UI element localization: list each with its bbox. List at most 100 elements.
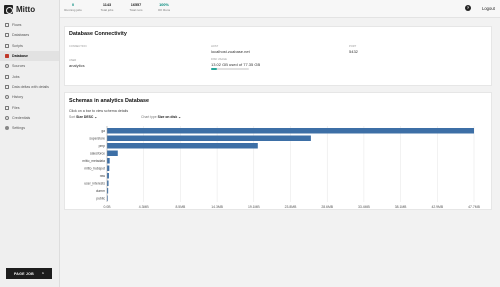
settings-icon (5, 126, 9, 131)
stat-value: 100% (159, 3, 169, 7)
user-label: USER (69, 59, 77, 62)
page-job-label: PAGE JOB (13, 271, 34, 276)
connection-label: CONNECTION (69, 45, 87, 48)
host-value: localhost.zuabase.net (211, 49, 250, 54)
sidebar-item-label: Flows (12, 23, 22, 28)
sidebar-item-history[interactable]: History (0, 92, 59, 102)
sidebar-item-label: History (12, 95, 24, 100)
disk-usage-bar (211, 68, 249, 71)
x-tick-label: 42.9MB (431, 205, 443, 209)
sort-control[interactable]: Sort Size DESC ⌄ (69, 115, 97, 119)
page-job-button[interactable]: PAGE JOB ^ (6, 268, 52, 279)
sidebar-item-settings[interactable]: Settings (0, 123, 59, 133)
stat-running-jobs[interactable]: 0 Running jobs (61, 3, 85, 12)
category-label: public (96, 196, 105, 200)
schemas-card: Schemas in analytics Database Click on a… (64, 92, 492, 210)
stat-label: Running jobs (64, 8, 82, 12)
bar[interactable] (107, 165, 110, 172)
connectivity-title: Database Connectivity (69, 31, 127, 37)
stat-total-jobs[interactable]: 1143 Total jobs (95, 3, 119, 12)
category-label: superstore (89, 136, 105, 140)
sidebar-item-database[interactable]: Database (0, 50, 59, 62)
category-label: salesforce (90, 151, 105, 155)
stat-label: Total runs (129, 8, 143, 12)
deltas-icon (5, 84, 9, 89)
bar[interactable] (107, 128, 474, 134)
sidebar-item-credentials[interactable]: Credentials (0, 113, 59, 123)
sidebar-item-jobs[interactable]: Jobs (0, 71, 59, 81)
x-tick-label: 0.0B (104, 205, 112, 209)
credentials-icon (5, 115, 9, 120)
category-label: pmp (99, 144, 106, 148)
sidebar-item-label: Database (12, 54, 28, 59)
sidebar-item-files[interactable]: Files (0, 102, 59, 112)
sidebar-item-label: Databases (12, 33, 30, 38)
sidebar-item-label: Sources (12, 64, 26, 69)
files-icon (5, 105, 9, 110)
category-label: dumm (96, 189, 105, 193)
port-value: 5432 (349, 49, 358, 54)
x-tick-label: 8.5MB (175, 205, 186, 209)
disk-usage-label: DISK USAGE (211, 58, 227, 61)
chevron-down-icon: ⌄ (178, 115, 182, 119)
bar[interactable] (107, 150, 118, 157)
sidebar-item-label: Settings (12, 126, 25, 131)
logout-link[interactable]: Logout (482, 6, 495, 11)
sort-select[interactable]: Size DESC (76, 115, 93, 119)
category-label: user_interests (84, 181, 105, 185)
sidebar-item-flows[interactable]: Flows (0, 20, 59, 30)
x-tick-label: 19.1MB (248, 205, 260, 209)
databases-icon (5, 33, 9, 38)
help-icon[interactable]: ? (465, 5, 471, 11)
x-tick-label: 38.1MB (395, 205, 407, 209)
caret-up-icon: ^ (41, 271, 45, 276)
x-tick-label: 23.8MB (285, 205, 297, 209)
x-tick-label: 14.3MB (211, 205, 223, 209)
stat-ok-runs[interactable]: 100% OK Runs (152, 3, 176, 12)
disk-usage-value: 13.02 GB used of 77.35 GB (211, 62, 261, 67)
schemas-title: Schemas in analytics Database (69, 98, 150, 104)
stat-label: OK Runs (157, 8, 171, 12)
category-label: mitto_metadata (82, 159, 105, 163)
bar[interactable] (107, 173, 109, 179)
stat-label: Total jobs (100, 8, 114, 12)
database-icon (5, 54, 9, 59)
sidebar-item-databases[interactable]: Databases (0, 30, 59, 40)
app-logo[interactable]: Mitto (0, 0, 59, 18)
jobs-icon (5, 74, 9, 79)
category-label: mitto_hubspot (84, 166, 105, 170)
sidebar-item-data-deltas-with-details[interactable]: Data deltas with details (0, 82, 59, 92)
sidebar-item-sources[interactable]: Sources (0, 61, 59, 71)
category-label: ga (101, 129, 105, 133)
stat-value: 16557 (130, 3, 142, 7)
sidebar-item-label: Credentials (12, 115, 31, 120)
top-bar: 0 Running jobs 1143 Total jobs 16557 Tot… (60, 0, 500, 18)
sidebar-item-label: Scripts (12, 43, 23, 48)
sources-icon (5, 64, 9, 69)
port-label: PORT (349, 45, 357, 48)
host-label: HOST (211, 45, 219, 48)
sidebar-item-label: Data deltas with details (12, 84, 49, 89)
mitto-logo-icon (4, 4, 13, 14)
bar[interactable] (107, 143, 258, 149)
chart-type-select[interactable]: Size on disk (158, 115, 178, 119)
stat-total-runs[interactable]: 16557 Total runs (124, 3, 148, 12)
bar[interactable] (107, 135, 311, 142)
x-tick-label: 4.3MB (139, 205, 150, 209)
schemas-hint: Click on a bar to view schema details (69, 109, 129, 113)
chart-type-control[interactable]: Chart type Size on disk ⌄ (141, 115, 181, 119)
scripts-icon (5, 43, 9, 48)
database-connectivity-card: Database Connectivity CONNECTION HOST lo… (64, 26, 492, 86)
category-label: raw (100, 174, 106, 178)
bar[interactable] (107, 158, 110, 164)
stat-value: 0 (71, 3, 75, 7)
sidebar: Mitto Flows Databases Scripts Database Sourc… (0, 0, 60, 287)
x-tick-label: 28.6MB (321, 205, 333, 209)
chevron-down-icon: ⌄ (94, 115, 98, 119)
history-icon (5, 95, 9, 100)
flow-icon (5, 23, 9, 28)
sidebar-item-scripts[interactable]: Scripts (0, 41, 59, 51)
x-tick-label: 47.7MB (468, 205, 480, 209)
stat-value: 1143 (102, 3, 112, 7)
x-tick-label: 33.4MB (358, 205, 370, 209)
